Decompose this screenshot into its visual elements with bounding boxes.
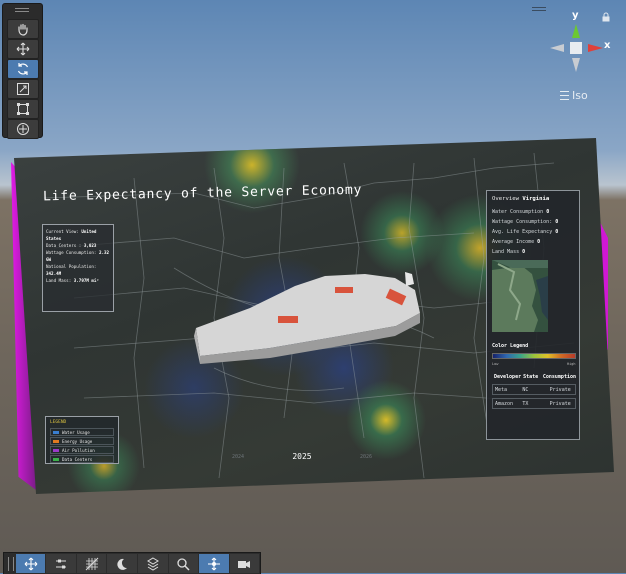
bottom-toolbar: [3, 552, 261, 574]
terrain-image: [492, 260, 548, 332]
sliders-icon: [56, 559, 67, 568]
table-row[interactable]: Meta NC Private: [492, 384, 576, 395]
tool-palette: [2, 3, 43, 139]
axis-x-label: x: [604, 40, 611, 51]
orbit-button[interactable]: [199, 554, 229, 573]
year-prev[interactable]: 2024: [232, 454, 244, 460]
overview-row-land-mass: Land Mass 0: [492, 249, 526, 255]
info-wattage: Wattage Consumption: 2.32 GW: [46, 250, 110, 262]
orientation-gizmo[interactable]: y x: [540, 10, 620, 80]
move-tool-button[interactable]: [7, 39, 39, 59]
data-center-marker[interactable]: [335, 287, 353, 293]
view-mode-label: Iso: [572, 89, 588, 102]
hamburger-icon: [560, 91, 569, 100]
grid-button[interactable]: [76, 554, 107, 573]
move-arrows-icon: [24, 557, 38, 570]
legend-swatch: [53, 439, 59, 443]
overview-header: Overview Virginia: [492, 196, 550, 202]
info-current-view: Current View: United States: [46, 229, 97, 241]
color-bar-high: High: [567, 362, 576, 366]
move-arrows-icon: [16, 42, 30, 56]
info-data-centers: Data Centers : 3,023: [46, 243, 97, 248]
scale-icon: [17, 83, 29, 95]
orbit-arrows-icon: [207, 557, 220, 570]
palette-grip[interactable]: [15, 8, 29, 12]
legend-swatch: [53, 457, 59, 461]
search-button[interactable]: [168, 554, 199, 573]
developer-table: Developer State Consumption Meta NC Priv…: [492, 372, 576, 409]
color-legend-title: Color Legend: [492, 343, 529, 349]
info-population: National Population: 342.4M: [46, 264, 97, 276]
toolbar-grip[interactable]: [8, 556, 14, 571]
legend-title: LEGEND: [50, 420, 67, 425]
hand-tool-button[interactable]: [7, 19, 39, 39]
legend-swatch: [53, 430, 59, 434]
color-bar-low: Low: [492, 362, 499, 366]
legend-swatch: [53, 448, 59, 452]
axis-y-label: y: [572, 10, 579, 21]
overview-row-wattage: Wattage Consumption: 0: [492, 219, 559, 225]
overview-panel: Overview Virginia Water Consumption 0 Wat…: [486, 190, 580, 440]
data-center-marker[interactable]: [278, 316, 298, 323]
year-current[interactable]: 2025: [292, 452, 311, 461]
rotate-tool-button[interactable]: [7, 59, 39, 79]
camera-button[interactable]: [229, 554, 260, 573]
overview-row-life-expectancy: Avg. Life Expectancy 0: [492, 229, 559, 235]
grid-icon: [85, 557, 99, 570]
table-row[interactable]: Amazon TX Private: [492, 398, 576, 409]
view-mode-toggle[interactable]: Iso: [560, 89, 588, 102]
move-tool-button[interactable]: [15, 554, 46, 573]
rect-transform-icon: [17, 103, 29, 115]
info-land-mass: Land Mass: 3.797M mi²: [46, 278, 99, 283]
color-gradient-bar: [492, 353, 576, 359]
developer-table-header: Developer State Consumption: [494, 373, 576, 380]
info-panel: Current View: United States Data Centers…: [42, 224, 114, 312]
rotate-icon: [17, 63, 29, 75]
settings-sliders-button[interactable]: [46, 554, 76, 573]
hand-icon: [18, 23, 28, 36]
legend-item-energy[interactable]: Energy Usage: [50, 437, 114, 445]
state-terrain-map: [492, 260, 548, 332]
transform-tool-button[interactable]: [7, 119, 39, 139]
overview-row-income: Average Income 0: [492, 239, 541, 245]
search-icon: [177, 557, 190, 571]
year-timeline[interactable]: 2024 2025 2026: [232, 452, 372, 461]
legend-item-water[interactable]: Water Usage: [50, 428, 114, 436]
layers-icon: [146, 556, 159, 571]
camera-icon: [238, 560, 251, 568]
rect-tool-button[interactable]: [7, 99, 39, 119]
scale-tool-button[interactable]: [7, 79, 39, 99]
year-next[interactable]: 2026: [360, 454, 372, 460]
virginia-3d-model[interactable]: [190, 268, 430, 364]
transform-icon: [17, 123, 29, 135]
legend-panel: LEGEND Water Usage Energy Usage Air Poll…: [45, 416, 119, 464]
layers-button[interactable]: [138, 554, 168, 573]
overview-row-water: Water Consumption 0: [492, 209, 550, 215]
moon-icon: [117, 558, 128, 570]
legend-item-air-pollution[interactable]: Air Pollution: [50, 446, 114, 454]
lighting-button[interactable]: [107, 554, 137, 573]
legend-item-data-centers[interactable]: Data Centers: [50, 455, 114, 463]
